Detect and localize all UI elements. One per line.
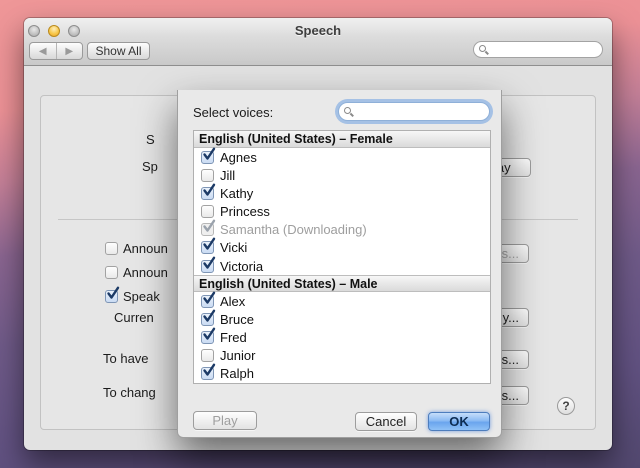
system-voice-label-fragment: S	[146, 132, 155, 147]
voice-row[interactable]: Agnes	[194, 148, 490, 166]
voice-checkbox[interactable]	[201, 367, 214, 380]
voice-label: Samantha (Downloading)	[220, 222, 367, 237]
window-title: Speech	[24, 23, 612, 38]
pane-checkbox-label: Announ	[123, 241, 168, 256]
select-voices-sheet: Select voices: English (United States) –…	[177, 90, 502, 438]
voice-checkbox[interactable]	[201, 313, 214, 326]
voice-label: Alex	[220, 294, 245, 309]
voice-row[interactable]: English (United States) – Female	[194, 131, 490, 148]
toolbar-search	[473, 41, 603, 58]
show-all-button[interactable]: Show All	[87, 42, 150, 60]
voice-checkbox[interactable]	[201, 331, 214, 344]
desktop-wallpaper: Speech ◀ ▶ Show All S Sp Play	[0, 0, 640, 468]
pane-checkbox[interactable]	[105, 242, 118, 255]
voice-checkbox[interactable]	[201, 205, 214, 218]
voice-row[interactable]: Samantha (Downloading)	[194, 221, 490, 239]
back-forward-control[interactable]: ◀ ▶	[29, 42, 83, 60]
search-icon	[344, 107, 351, 114]
select-voices-label: Select voices:	[193, 105, 273, 120]
voice-label: Princess	[220, 204, 270, 219]
voice-row[interactable]: English (United States) – Male	[194, 275, 490, 292]
voice-row[interactable]: Kathy	[194, 184, 490, 202]
voice-label: Ralph	[220, 366, 254, 381]
voice-label: Victoria	[220, 259, 263, 274]
speaking-rate-label-fragment: Sp	[142, 159, 158, 174]
voice-label: Agnes	[220, 150, 257, 165]
voice-row[interactable]: Vicki	[194, 239, 490, 257]
voice-label: Jill	[220, 168, 235, 183]
window-chrome: Speech ◀ ▶ Show All	[24, 18, 612, 66]
voice-checkbox[interactable]	[201, 260, 214, 273]
voice-row[interactable]: Fred	[194, 328, 490, 346]
pane-checkbox-label: Announ	[123, 265, 168, 280]
voice-row[interactable]: Princess	[194, 202, 490, 220]
voice-search-input[interactable]	[338, 102, 490, 121]
voice-checkbox[interactable]	[201, 151, 214, 164]
to-have-label-fragment: To have	[103, 351, 149, 366]
voice-label: Fred	[220, 330, 247, 345]
voice-label: Junior	[220, 348, 255, 363]
current-key-label-fragment: Curren	[114, 310, 154, 325]
search-icon	[479, 45, 486, 52]
voice-checkbox[interactable]	[201, 349, 214, 362]
toolbar-search-input[interactable]	[473, 41, 603, 58]
help-button[interactable]: ?	[557, 397, 575, 415]
pane-checkbox-row[interactable]: Speak	[105, 289, 160, 304]
voice-row[interactable]: Alex	[194, 292, 490, 310]
voice-label: Bruce	[220, 312, 254, 327]
voice-label: English (United States) – Female	[199, 132, 393, 146]
ok-button[interactable]: OK	[428, 412, 490, 431]
voice-row[interactable]: Ralph	[194, 365, 490, 383]
voice-search	[338, 102, 490, 121]
pane-checkbox[interactable]	[105, 290, 118, 303]
pane-checkbox-label: Speak	[123, 289, 160, 304]
forward-icon[interactable]: ▶	[57, 43, 83, 59]
to-change-label-fragment: To chang	[103, 385, 156, 400]
voice-row[interactable]: Victoria	[194, 257, 490, 275]
speech-preferences-window: Speech ◀ ▶ Show All S Sp Play	[24, 18, 612, 450]
voice-label: Vicki	[220, 240, 247, 255]
voice-label: English (United States) – Male	[199, 277, 378, 291]
voice-row[interactable]: Jill	[194, 166, 490, 184]
pane-checkbox[interactable]	[105, 266, 118, 279]
voice-checkbox[interactable]	[201, 241, 214, 254]
voice-checkbox[interactable]	[201, 295, 214, 308]
voice-checkbox[interactable]	[201, 223, 214, 236]
voice-list[interactable]: English (United States) – Female Agnes	[193, 130, 491, 384]
sheet-play-button: Play	[193, 411, 257, 430]
voice-checkbox[interactable]	[201, 187, 214, 200]
pane-checkbox-row[interactable]: Announ	[105, 265, 168, 280]
voice-checkbox[interactable]	[201, 169, 214, 182]
voice-row[interactable]: Bruce	[194, 310, 490, 328]
pane-checkbox-row[interactable]: Announ	[105, 241, 168, 256]
cancel-button[interactable]: Cancel	[355, 412, 417, 431]
voice-label: Kathy	[220, 186, 253, 201]
voice-row[interactable]: Junior	[194, 347, 490, 365]
back-icon[interactable]: ◀	[30, 43, 57, 59]
